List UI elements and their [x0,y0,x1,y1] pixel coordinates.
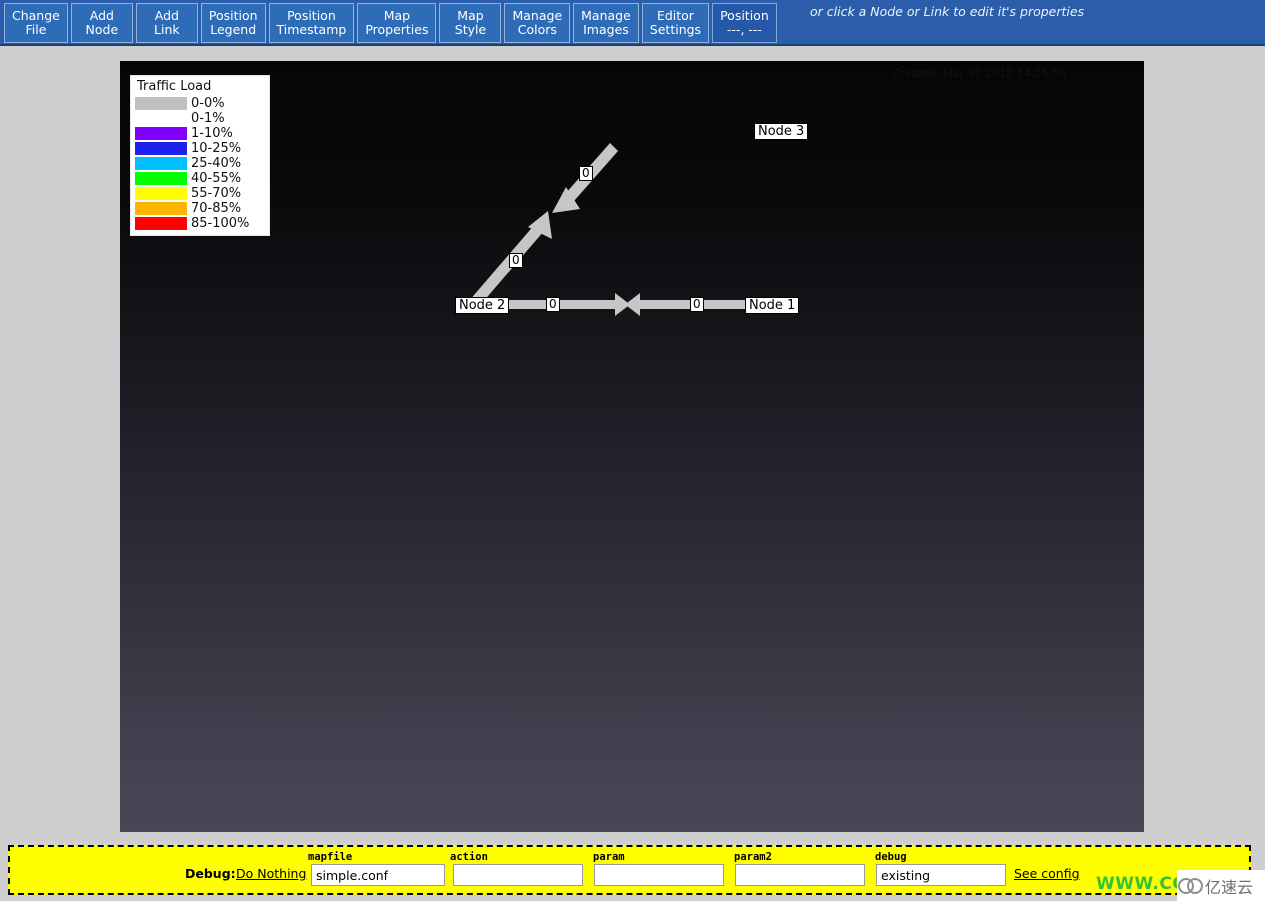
editor-settings-button-line1: Editor [656,8,694,23]
change-file-button[interactable]: Change File [4,3,68,43]
mapfile-input[interactable] [311,864,445,886]
position-legend-button[interactable]: Position Legend [200,3,266,43]
action-field-label: action [450,851,488,863]
mapfile-field-label: mapfile [308,851,353,863]
editor-settings-button-line2: Settings [649,22,702,37]
action-input[interactable] [453,864,583,886]
editor-settings-button[interactable]: Editor Settings [641,3,710,43]
position-readout[interactable]: Position ---, --- [712,3,777,43]
link-label-node2-node3-in[interactable]: 0 [579,166,593,181]
cloud-logo-icon [1178,877,1203,894]
param2-input[interactable] [735,864,865,886]
node-3[interactable]: Node 3 [754,123,809,140]
add-node-button[interactable]: Add Node [70,3,133,43]
add-link-button[interactable]: Add Link [135,3,198,43]
editor-toolbar: Change File Add Node Add Link Position L… [0,0,1265,46]
watermark-url-text: WWW.CC [1096,874,1186,894]
manage-colors-button[interactable]: Manage Colors [504,3,571,43]
map-canvas[interactable]: Created: Mar 30 2015 14:25:50 Traffic Lo… [120,61,1144,832]
debug-bar: Debug: Do Nothing mapfile action param p… [8,845,1251,895]
change-file-button-line1: Change [12,8,60,23]
toolbar-hint-text: or click a Node or Link to edit it's pro… [810,4,1085,19]
node-1[interactable]: Node 1 [745,297,800,314]
manage-images-button-line2: Images [583,22,629,37]
position-timestamp-button-line1: Position [287,8,336,23]
position-timestamp-button[interactable]: Position Timestamp [268,3,355,43]
link-segment-node2-to-center[interactable] [505,300,615,309]
watermark-cn-text: 亿速云 [1205,877,1254,897]
position-readout-line1: Position [720,8,769,23]
watermark-badge: 亿速云 [1177,870,1265,901]
add-link-button-line1: Add [154,8,179,23]
map-style-button-line1: Map [457,8,484,23]
manage-images-button-line1: Manage [581,8,631,23]
param2-field-label: param2 [734,851,772,863]
param-field-label: param [593,851,625,863]
map-properties-button-line1: Map [383,8,411,23]
map-properties-button-line2: Properties [365,22,429,37]
do-nothing-link[interactable]: Do Nothing [236,866,306,881]
position-legend-button-line1: Position [208,8,258,23]
debug-prefix-label: Debug: [185,866,236,881]
toolbar-button-group: Change File Add Node Add Link Position L… [4,3,780,43]
change-file-button-line2: File [25,22,47,37]
position-readout-coords: ---, --- [726,22,762,37]
node-2[interactable]: Node 2 [455,297,510,314]
network-link-graphics [468,143,750,316]
position-timestamp-button-line2: Timestamp [276,22,347,37]
manage-images-button[interactable]: Manage Images [573,3,639,43]
map-style-button[interactable]: Map Style [439,3,502,43]
map-properties-button[interactable]: Map Properties [357,3,437,43]
link-label-node2-node3-out[interactable]: 0 [509,253,523,268]
manage-colors-button-line2: Colors [517,22,557,37]
add-node-button-line1: Add [89,8,114,23]
position-legend-button-line2: Legend [210,22,257,37]
manage-colors-button-line1: Manage [512,8,563,23]
see-config-link[interactable]: See config [1014,866,1080,881]
map-style-button-line2: Style [454,22,487,37]
link-label-node2-node1-in[interactable]: 0 [690,297,704,312]
link-label-node2-node1-out[interactable]: 0 [546,297,560,312]
debug-field-label: debug [875,851,907,863]
param-input[interactable] [594,864,724,886]
debug-input[interactable] [876,864,1006,886]
add-node-button-line2: Node [85,22,119,37]
link-arrow-node1-to-center[interactable] [625,293,640,316]
add-link-button-line2: Link [154,22,180,37]
